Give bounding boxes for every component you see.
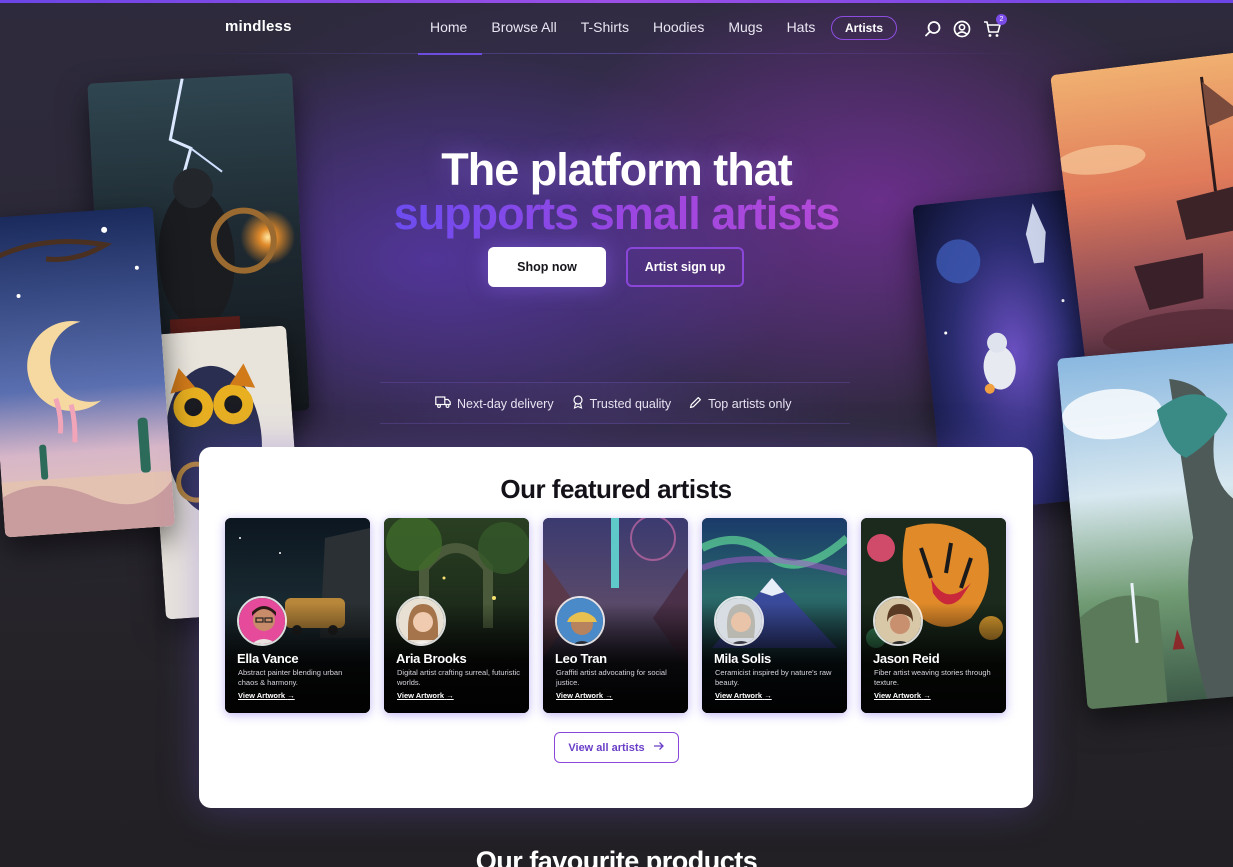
arrow-right-icon: → <box>287 691 295 700</box>
top-navigation: mindless Home Browse All T-Shirts Hoodie… <box>0 3 1233 55</box>
artist-signup-button[interactable]: Artist sign up <box>626 247 744 287</box>
artist-description: Ceramicist inspired by nature's raw beau… <box>715 668 832 687</box>
arrow-right-icon: → <box>764 691 772 700</box>
artist-name: Ella Vance <box>237 651 299 666</box>
artwork-dragon <box>1057 342 1233 710</box>
account-icon[interactable] <box>952 19 972 39</box>
view-artwork-label: View Artwork <box>556 691 604 700</box>
shop-now-button[interactable]: Shop now <box>488 247 606 287</box>
nav-links: Home Browse All T-Shirts Hoodies Mugs Ha… <box>430 19 839 35</box>
view-artwork-link[interactable]: View Artwork → <box>556 691 613 700</box>
page: mindless Home Browse All T-Shirts Hoodie… <box>0 0 1233 867</box>
artists-button[interactable]: Artists <box>831 16 897 40</box>
nav-link-hoodies[interactable]: Hoodies <box>653 19 704 35</box>
artist-card[interactable]: Leo Tran Graffiti artist advocating for … <box>543 518 688 713</box>
view-artwork-link[interactable]: View Artwork → <box>715 691 772 700</box>
artist-card[interactable]: Mila Solis Ceramicist inspired by nature… <box>702 518 847 713</box>
artist-description: Graffiti artist advocating for social ju… <box>556 668 667 687</box>
nav-link-home[interactable]: Home <box>430 19 467 35</box>
arrow-right-icon: → <box>446 691 454 700</box>
avatar <box>237 596 287 646</box>
view-artwork-label: View Artwork <box>397 691 445 700</box>
artist-card[interactable]: Jason Reid Fiber artist weaving stories … <box>861 518 1006 713</box>
nav-link-browse-all[interactable]: Browse All <box>491 19 556 35</box>
artwork-moon-desert <box>0 206 175 538</box>
view-artwork-link[interactable]: View Artwork → <box>874 691 931 700</box>
view-all-artists-label: View all artists <box>568 741 645 754</box>
site-logo[interactable]: mindless <box>225 18 292 35</box>
artist-name: Aria Brooks <box>396 651 467 666</box>
artist-card[interactable]: Ella Vance Abstract painter blending urb… <box>225 518 370 713</box>
arrow-right-icon: → <box>605 691 613 700</box>
arrow-right-icon <box>653 741 665 754</box>
favourite-products-title: Our favourite products <box>475 846 758 867</box>
nav-active-indicator <box>418 53 482 55</box>
badge-icon <box>572 395 590 412</box>
pencil-icon <box>689 396 708 412</box>
feature-list: Next-day delivery Trusted quality Top ar… <box>435 395 809 412</box>
featured-artists-panel: Our featured artists Ella Vance Abstract… <box>199 447 1033 808</box>
feature-quality: Trusted quality <box>572 395 672 412</box>
view-artwork-link[interactable]: View Artwork → <box>238 691 295 700</box>
feature-delivery: Next-day delivery <box>435 395 554 412</box>
hero-title-line2: supports small artists <box>0 188 1233 240</box>
hero-title-highlight: supports small artists <box>393 188 841 239</box>
feature-quality-label: Trusted quality <box>589 396 672 411</box>
view-artwork-label: View Artwork <box>874 691 922 700</box>
view-all-artists-button[interactable]: View all artists <box>554 732 679 763</box>
view-artwork-link[interactable]: View Artwork → <box>397 691 454 700</box>
avatar <box>714 596 764 646</box>
artist-name: Jason Reid <box>873 651 940 666</box>
artist-name: Mila Solis <box>714 651 771 666</box>
artist-card[interactable]: Aria Brooks Digital artist crafting surr… <box>384 518 529 713</box>
search-icon[interactable] <box>923 19 943 39</box>
nav-link-mugs[interactable]: Mugs <box>728 19 762 35</box>
view-artwork-label: View Artwork <box>238 691 286 700</box>
nav-link-hats[interactable]: Hats <box>787 19 816 35</box>
artist-description: Abstract painter blending urban chaos & … <box>238 668 343 687</box>
avatar <box>873 596 923 646</box>
feature-artists-label: Top artists only <box>708 396 792 411</box>
artist-description: Fiber artist weaving stories through tex… <box>874 668 991 687</box>
view-artwork-label: View Artwork <box>715 691 763 700</box>
avatar <box>396 596 446 646</box>
arrow-right-icon: → <box>923 691 931 700</box>
featured-artists-title: Our featured artists <box>500 474 732 504</box>
feature-delivery-label: Next-day delivery <box>457 396 554 411</box>
feature-artists: Top artists only <box>689 396 791 412</box>
artist-name: Leo Tran <box>555 651 607 666</box>
nav-link-t-shirts[interactable]: T-Shirts <box>581 19 629 35</box>
truck-icon <box>435 395 457 412</box>
cart-count-badge: 2 <box>996 14 1007 25</box>
nav-divider <box>180 53 1040 54</box>
avatar <box>555 596 605 646</box>
artist-description: Digital artist crafting surreal, futuris… <box>397 668 520 687</box>
